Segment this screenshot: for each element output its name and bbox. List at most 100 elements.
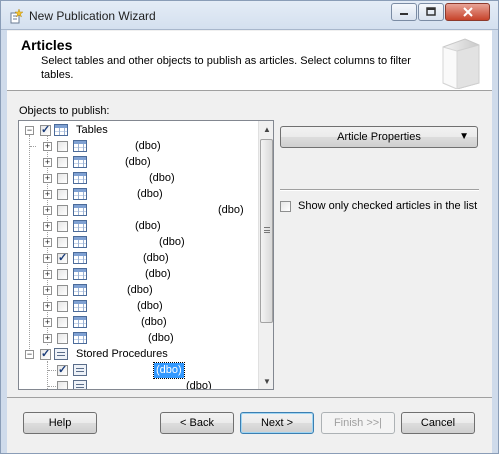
tree-scrollbar[interactable]: ▲ ▼ [258, 121, 273, 389]
tables-checkbox[interactable] [40, 123, 51, 136]
stored-procedure-icon [73, 380, 87, 389]
tree-node-table[interactable]: + (dbo) [19, 171, 259, 187]
table-icon [73, 236, 87, 248]
table-checkbox[interactable] [57, 301, 68, 312]
tree-node-table[interactable]: + (dbo) [19, 219, 259, 235]
show-only-checked-label: Show only checked articles in the list [298, 200, 478, 212]
minimize-button[interactable] [391, 3, 417, 21]
collapse-toggle[interactable]: − [25, 350, 34, 359]
tree-node-table[interactable]: + (dbo) [19, 251, 259, 267]
window-frame-right [492, 30, 499, 454]
grip-icon [264, 227, 270, 233]
minimize-icon [400, 13, 408, 15]
expand-toggle[interactable]: + [43, 334, 52, 343]
tree-line [30, 146, 36, 147]
table-schema-label: (dbo) [218, 204, 244, 216]
expand-toggle[interactable]: + [43, 206, 52, 215]
table-checkbox[interactable] [57, 251, 68, 264]
collapse-toggle[interactable]: − [25, 126, 34, 135]
scroll-down-icon[interactable]: ▼ [259, 373, 273, 389]
expand-toggle[interactable]: + [43, 222, 52, 231]
stored-procedure-checkbox[interactable] [57, 363, 68, 376]
expand-toggle[interactable]: + [43, 286, 52, 295]
table-schema-label: (dbo) [125, 156, 151, 168]
window-frame-left [0, 30, 7, 454]
tree-node-table[interactable]: + (dbo) [19, 331, 259, 347]
scroll-up-icon[interactable]: ▲ [259, 121, 273, 137]
table-schema-label: (dbo) [145, 268, 171, 280]
close-button[interactable] [445, 3, 490, 21]
page-title: Articles [21, 37, 73, 53]
table-checkbox[interactable] [57, 269, 68, 280]
table-checkbox[interactable] [57, 189, 68, 200]
article-properties-label: Article Properties [337, 131, 421, 143]
table-schema-label: (dbo) [137, 300, 163, 312]
cancel-button[interactable]: Cancel [401, 412, 475, 434]
stored-procedure-folder-icon [54, 348, 68, 360]
table-checkbox[interactable] [57, 173, 68, 184]
table-checkbox[interactable] [57, 237, 68, 248]
article-properties-button[interactable]: Article Properties ▼ [280, 126, 478, 148]
expand-toggle[interactable]: + [43, 318, 52, 327]
expand-toggle[interactable]: + [43, 270, 52, 279]
table-checkbox[interactable] [57, 141, 68, 152]
stored-procedure-schema-label: (dbo) [186, 380, 212, 390]
table-icon [73, 284, 87, 296]
tree-node-table[interactable]: + (dbo) [19, 155, 259, 171]
tree-node-table[interactable]: + (dbo) [19, 299, 259, 315]
tree-node-table[interactable]: + (dbo) [19, 267, 259, 283]
table-icon [73, 172, 87, 184]
articles-graphic-icon [442, 38, 480, 89]
table-folder-icon [54, 124, 68, 136]
table-icon [73, 332, 87, 344]
tree-node-table[interactable]: + (dbo) [19, 235, 259, 251]
tree-node-table[interactable]: + (dbo) [19, 203, 259, 219]
table-checkbox[interactable] [57, 333, 68, 344]
scroll-thumb[interactable] [260, 139, 273, 323]
table-checkbox[interactable] [57, 205, 68, 216]
back-button[interactable]: < Back [160, 412, 234, 434]
table-icon [73, 188, 87, 200]
title-bar: New Publication Wizard [0, 0, 499, 30]
table-checkbox[interactable] [57, 285, 68, 296]
next-button[interactable]: Next > [240, 412, 314, 434]
table-icon [73, 156, 87, 168]
tree-node-stored-procedures[interactable]: − Stored Procedures [19, 347, 259, 363]
expand-toggle[interactable]: + [43, 190, 52, 199]
tree-node-stored-procedure[interactable]: (dbo) [19, 379, 259, 390]
finish-button[interactable]: Finish >>| [321, 412, 395, 434]
table-checkbox[interactable] [57, 157, 68, 168]
table-checkbox[interactable] [57, 317, 68, 328]
show-only-checked-checkbox[interactable] [280, 201, 291, 212]
expand-toggle[interactable]: + [43, 142, 52, 151]
tables-label: Tables [76, 124, 108, 136]
tree-node-table[interactable]: + (dbo) [19, 187, 259, 203]
table-icon [73, 300, 87, 312]
objects-tree[interactable]: − Tables + (dbo) + (dbo) + (dbo) + [18, 120, 274, 390]
expand-toggle[interactable]: + [43, 302, 52, 311]
stored-procedure-checkbox[interactable] [57, 381, 68, 389]
dropdown-arrow-icon: ▼ [459, 131, 469, 142]
table-schema-label: (dbo) [137, 188, 163, 200]
table-schema-label: (dbo) [127, 284, 153, 296]
table-checkbox[interactable] [57, 221, 68, 232]
tree-node-stored-procedure[interactable]: (dbo) [19, 362, 259, 379]
expand-toggle[interactable]: + [43, 254, 52, 263]
table-icon [73, 252, 87, 264]
table-icon [73, 140, 87, 152]
tree-node-table[interactable]: + (dbo) [19, 283, 259, 299]
tree-node-table[interactable]: + (dbo) [19, 315, 259, 331]
table-schema-label: (dbo) [159, 236, 185, 248]
table-schema-label: (dbo) [149, 172, 175, 184]
tree-node-tables[interactable]: − Tables [19, 123, 259, 139]
expand-toggle[interactable]: + [43, 158, 52, 167]
window-title: New Publication Wizard [29, 9, 156, 23]
expand-toggle[interactable]: + [43, 174, 52, 183]
table-icon [73, 268, 87, 280]
help-button[interactable]: Help [23, 412, 97, 434]
tree-node-table[interactable]: + (dbo) [19, 139, 259, 155]
stored-procedures-checkbox[interactable] [40, 347, 51, 360]
expand-toggle[interactable]: + [43, 238, 52, 247]
divider [280, 189, 479, 191]
maximize-button[interactable] [418, 3, 444, 21]
